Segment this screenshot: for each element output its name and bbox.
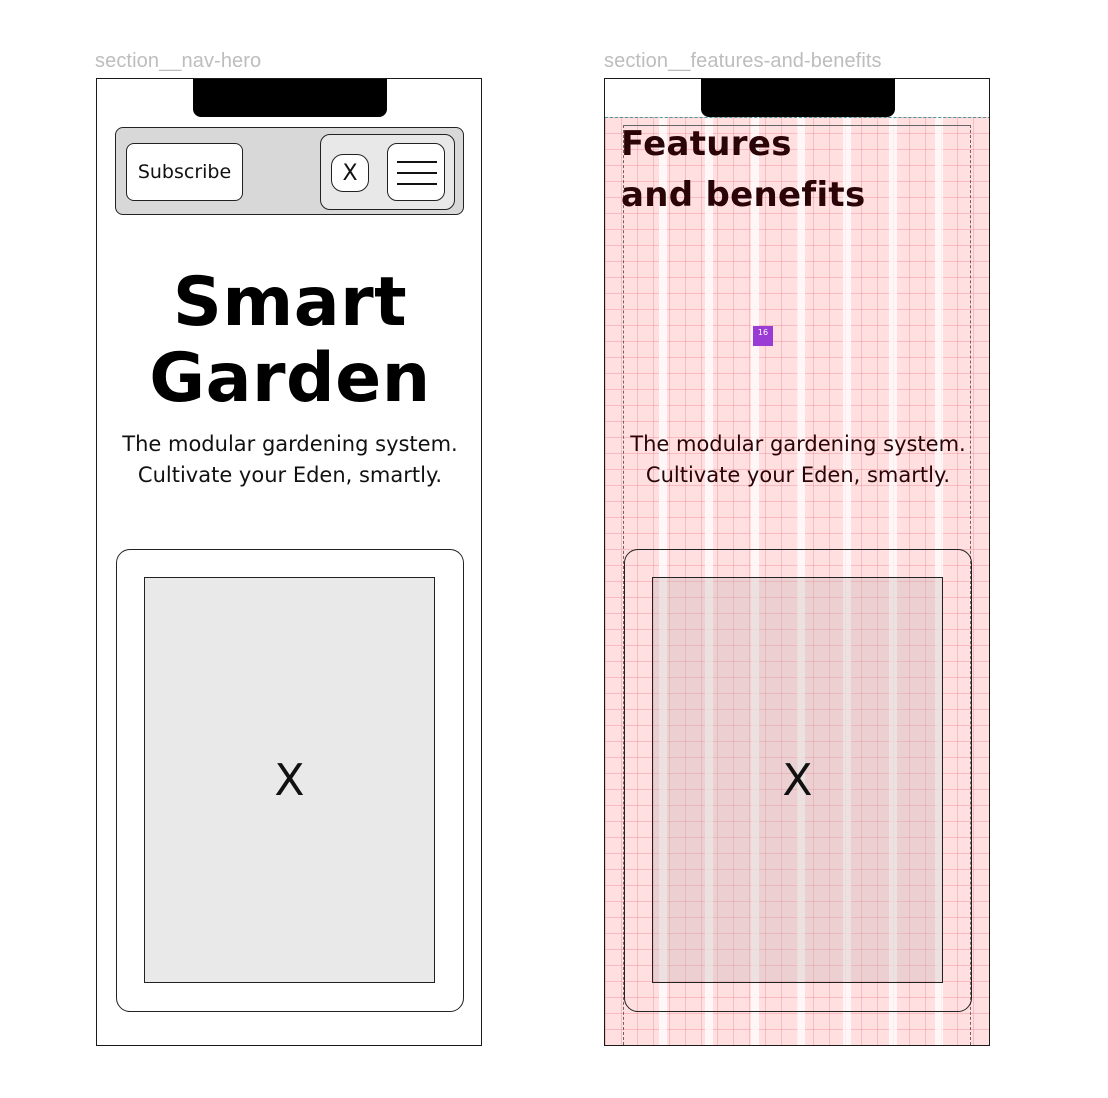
frame-nav-hero[interactable]: Subscribe X Smart Garden The modular gar… <box>96 78 482 1046</box>
subscribe-button[interactable]: Subscribe <box>126 143 243 201</box>
close-button[interactable]: X <box>331 154 369 192</box>
device-notch <box>701 79 895 117</box>
hamburger-menu-button[interactable] <box>387 143 445 201</box>
hero-card: X <box>116 549 464 1012</box>
menu-bar-icon <box>397 161 437 163</box>
hero-subtitle-line: Cultivate your Eden, smartly. <box>137 463 443 487</box>
frame-features-and-benefits[interactable]: Features and benefits 16 The modular gar… <box>604 78 990 1046</box>
features-title-line: and benefits <box>621 175 866 215</box>
features-title: Features and benefits <box>621 119 981 221</box>
device-notch <box>193 79 387 117</box>
features-card: X <box>624 549 972 1012</box>
menu-bar-icon <box>397 183 437 185</box>
nav-actions-group: X <box>320 134 455 210</box>
hero-title-line: Smart <box>172 263 408 342</box>
features-subtitle: The modular gardening system. Cultivate … <box>605 429 989 491</box>
design-canvas: section__nav-hero Subscribe X Smart Gard… <box>0 0 1108 1098</box>
hero-subtitle-line: The modular gardening system. <box>122 432 458 456</box>
frame-label-nav-hero[interactable]: section__nav-hero <box>95 50 261 73</box>
image-placeholder: X <box>144 577 435 983</box>
features-title-line: Features <box>621 124 792 164</box>
hero-title-line: Garden <box>149 339 431 418</box>
features-subtitle-line: Cultivate your Eden, smartly. <box>645 463 951 487</box>
image-placeholder: X <box>652 577 943 983</box>
features-subtitle-line: The modular gardening system. <box>630 432 966 456</box>
navbar: Subscribe X <box>115 127 464 215</box>
frame-label-features[interactable]: section__features-and-benefits <box>604 50 882 73</box>
hero-subtitle: The modular gardening system. Cultivate … <box>97 429 481 491</box>
top-guide-line <box>605 117 989 118</box>
hero-title: Smart Garden <box>97 263 481 418</box>
spacing-indicator-badge: 16 <box>753 326 773 346</box>
menu-bar-icon <box>397 172 437 174</box>
